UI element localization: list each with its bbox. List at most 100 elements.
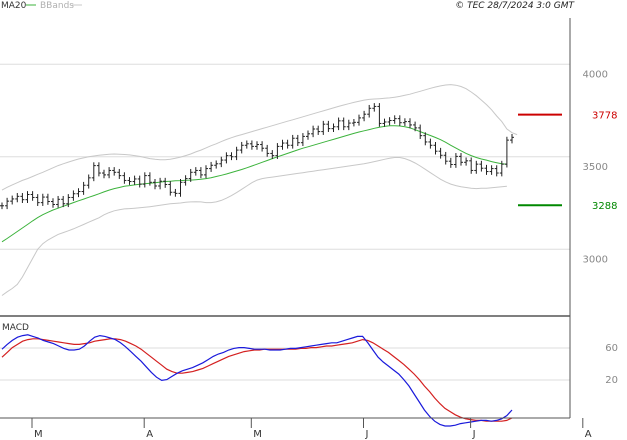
price-bar [504, 136, 509, 168]
price-bar [346, 119, 351, 131]
copyright-timestamp: © TEC 28/7/2024 3:0 GMT [455, 1, 575, 11]
price-bar [433, 141, 438, 155]
price-bar [311, 125, 316, 138]
price-bar [249, 140, 254, 150]
price-bar [204, 165, 208, 179]
price-panel: 4000 3500 3000 3778 3288 [0, 63, 617, 296]
price-bar [265, 144, 270, 157]
price-bar [377, 103, 382, 127]
price-bar [459, 153, 463, 166]
price-bar [479, 160, 484, 172]
month-axis: MAMJJA [31, 418, 592, 440]
price-bar [234, 146, 239, 161]
price-bar [163, 177, 168, 188]
price-bar [464, 157, 469, 166]
price-bar [367, 104, 372, 118]
price-bar [117, 168, 122, 179]
price-bar [239, 141, 244, 154]
price-bar [285, 139, 290, 149]
price-bar [137, 175, 142, 188]
price-bar [300, 133, 305, 147]
price-bar [290, 134, 295, 149]
price-bar [295, 134, 300, 147]
price-tick-label: 3000 [583, 255, 608, 266]
legend-ma20-label: MA20 [1, 1, 27, 11]
price-bar [76, 188, 81, 198]
resistance-level-label: 3778 [592, 111, 617, 122]
price-bar [209, 161, 214, 172]
price-bar [489, 165, 494, 175]
bbands-lower-line [1, 157, 507, 296]
price-bar [306, 130, 310, 140]
price-bar [397, 115, 402, 127]
price-bar [428, 138, 433, 149]
month-tick-label: J [472, 429, 476, 440]
price-bar [484, 164, 489, 175]
price-bar [474, 160, 479, 174]
price-bar [5, 197, 10, 210]
price-bar [321, 120, 326, 135]
price-bar [35, 194, 40, 206]
price-bar [142, 172, 147, 188]
price-bar [229, 152, 234, 161]
price-bar [331, 123, 336, 132]
price-bar [392, 115, 397, 124]
price-bar [224, 152, 229, 164]
price-bar [453, 153, 458, 168]
legend-bbands-label: BBands [40, 1, 74, 11]
month-tick-label: J [365, 429, 369, 440]
price-bar [10, 195, 15, 205]
price-y-axis: 4000 3500 3000 [583, 70, 608, 266]
price-bar [0, 202, 4, 210]
price-bar [107, 167, 112, 179]
price-bar [45, 193, 50, 205]
price-bar [178, 178, 183, 197]
price-bar [81, 181, 86, 195]
price-bar [244, 140, 249, 149]
price-bar [96, 162, 101, 177]
price-bar [173, 188, 178, 197]
price-bar [280, 139, 285, 150]
stock-chart: MA20 BBands © TEC 28/7/2024 3:0 GMT 4000… [0, 1, 618, 440]
macd-title: MACD [2, 323, 29, 333]
macd-tick-label: 60 [605, 343, 618, 354]
price-bar [357, 114, 361, 126]
price-bar [510, 133, 514, 144]
price-bar [158, 177, 163, 190]
macd-gridlines [0, 347, 570, 381]
price-bar [127, 177, 132, 185]
price-bar [362, 110, 367, 122]
price-bar [448, 157, 453, 168]
price-bar [153, 178, 157, 190]
support-level-label: 3288 [592, 201, 617, 212]
macd-y-axis: 60 20 [605, 343, 618, 386]
macd-tick-label: 20 [605, 375, 618, 386]
price-bar [168, 181, 173, 196]
price-bar [469, 157, 474, 174]
price-bar [40, 193, 45, 206]
price-bar [341, 117, 346, 131]
price-bar [260, 141, 265, 152]
price-bar [387, 117, 392, 126]
chart-header: MA20 BBands © TEC 28/7/2024 3:0 GMT [1, 1, 576, 11]
price-bar [20, 193, 25, 203]
price-bar [443, 151, 448, 165]
month-tick-label: M [253, 429, 262, 440]
month-tick-label: A [146, 429, 153, 440]
price-bar [351, 119, 356, 127]
month-tick-label: A [585, 429, 592, 440]
price-bar [30, 191, 35, 201]
price-bar [112, 167, 117, 176]
price-bar [198, 167, 203, 179]
price-bar [382, 118, 387, 127]
price-bars [0, 103, 514, 210]
price-bar [316, 125, 321, 135]
price-bar [51, 198, 55, 208]
price-bar [25, 191, 30, 203]
price-bar [372, 103, 377, 112]
price-bar [132, 175, 137, 185]
price-bar [219, 156, 224, 168]
price-gridlines [0, 63, 570, 250]
price-bar [326, 120, 331, 132]
price-bar [86, 174, 91, 189]
